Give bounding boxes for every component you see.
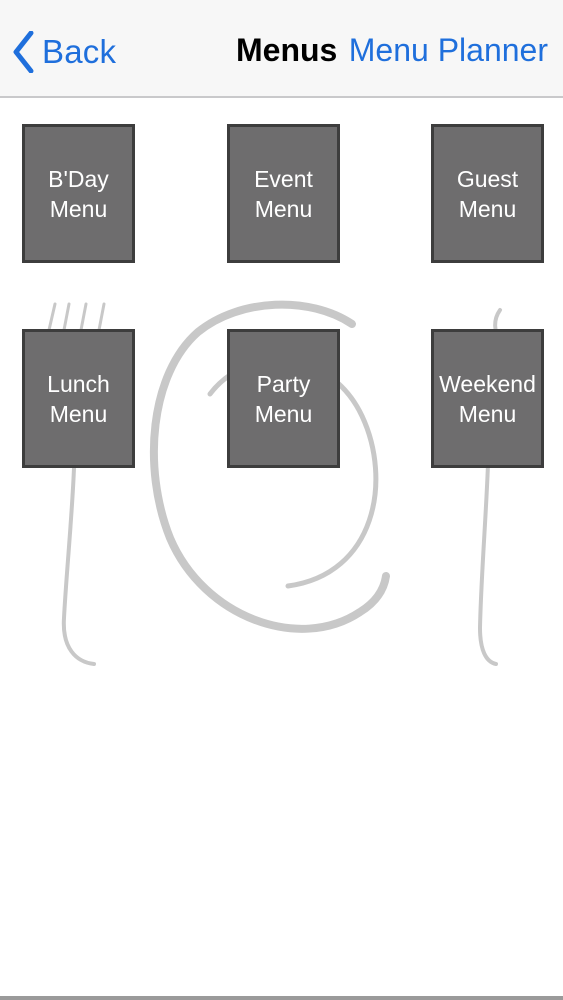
weekend-menu-label-line2: Menu	[458, 400, 517, 427]
bday-menu-label-line2: Menu	[49, 195, 108, 222]
menu-planner-button[interactable]: Menu Planner	[349, 32, 548, 69]
party-menu-label-line2: Menu	[254, 400, 313, 427]
back-button[interactable]: Back	[12, 28, 116, 76]
guest-menu-label-line1: Guest	[456, 165, 519, 192]
menus-grid-area: B'Day Menu Event Menu Guest Menu Lunch M…	[0, 98, 563, 998]
bday-menu-button[interactable]: B'Day Menu	[22, 124, 135, 263]
lunch-menu-label-line2: Menu	[49, 400, 108, 427]
event-menu-label-line1: Event	[254, 165, 313, 192]
event-menu-button[interactable]: Event Menu	[227, 124, 340, 263]
bday-menu-label-line1: B'Day	[48, 165, 109, 192]
event-menu-label-line2: Menu	[254, 195, 313, 222]
weekend-menu-button[interactable]: Weekend Menu	[431, 329, 544, 468]
weekend-menu-label-line1: Weekend	[439, 370, 536, 397]
guest-menu-button[interactable]: Guest Menu	[431, 124, 544, 263]
lunch-menu-label-line1: Lunch	[47, 370, 110, 397]
page-title: Menus	[236, 32, 338, 68]
lunch-menu-button[interactable]: Lunch Menu	[22, 329, 135, 468]
bottom-divider	[0, 996, 563, 1000]
navigation-bar: Back Menus Menu Planner	[0, 0, 563, 98]
back-button-label: Back	[42, 33, 117, 70]
party-menu-label-line1: Party	[256, 370, 311, 397]
guest-menu-label-line2: Menu	[458, 195, 517, 222]
chevron-left-icon	[13, 31, 34, 73]
party-menu-button[interactable]: Party Menu	[227, 329, 340, 468]
